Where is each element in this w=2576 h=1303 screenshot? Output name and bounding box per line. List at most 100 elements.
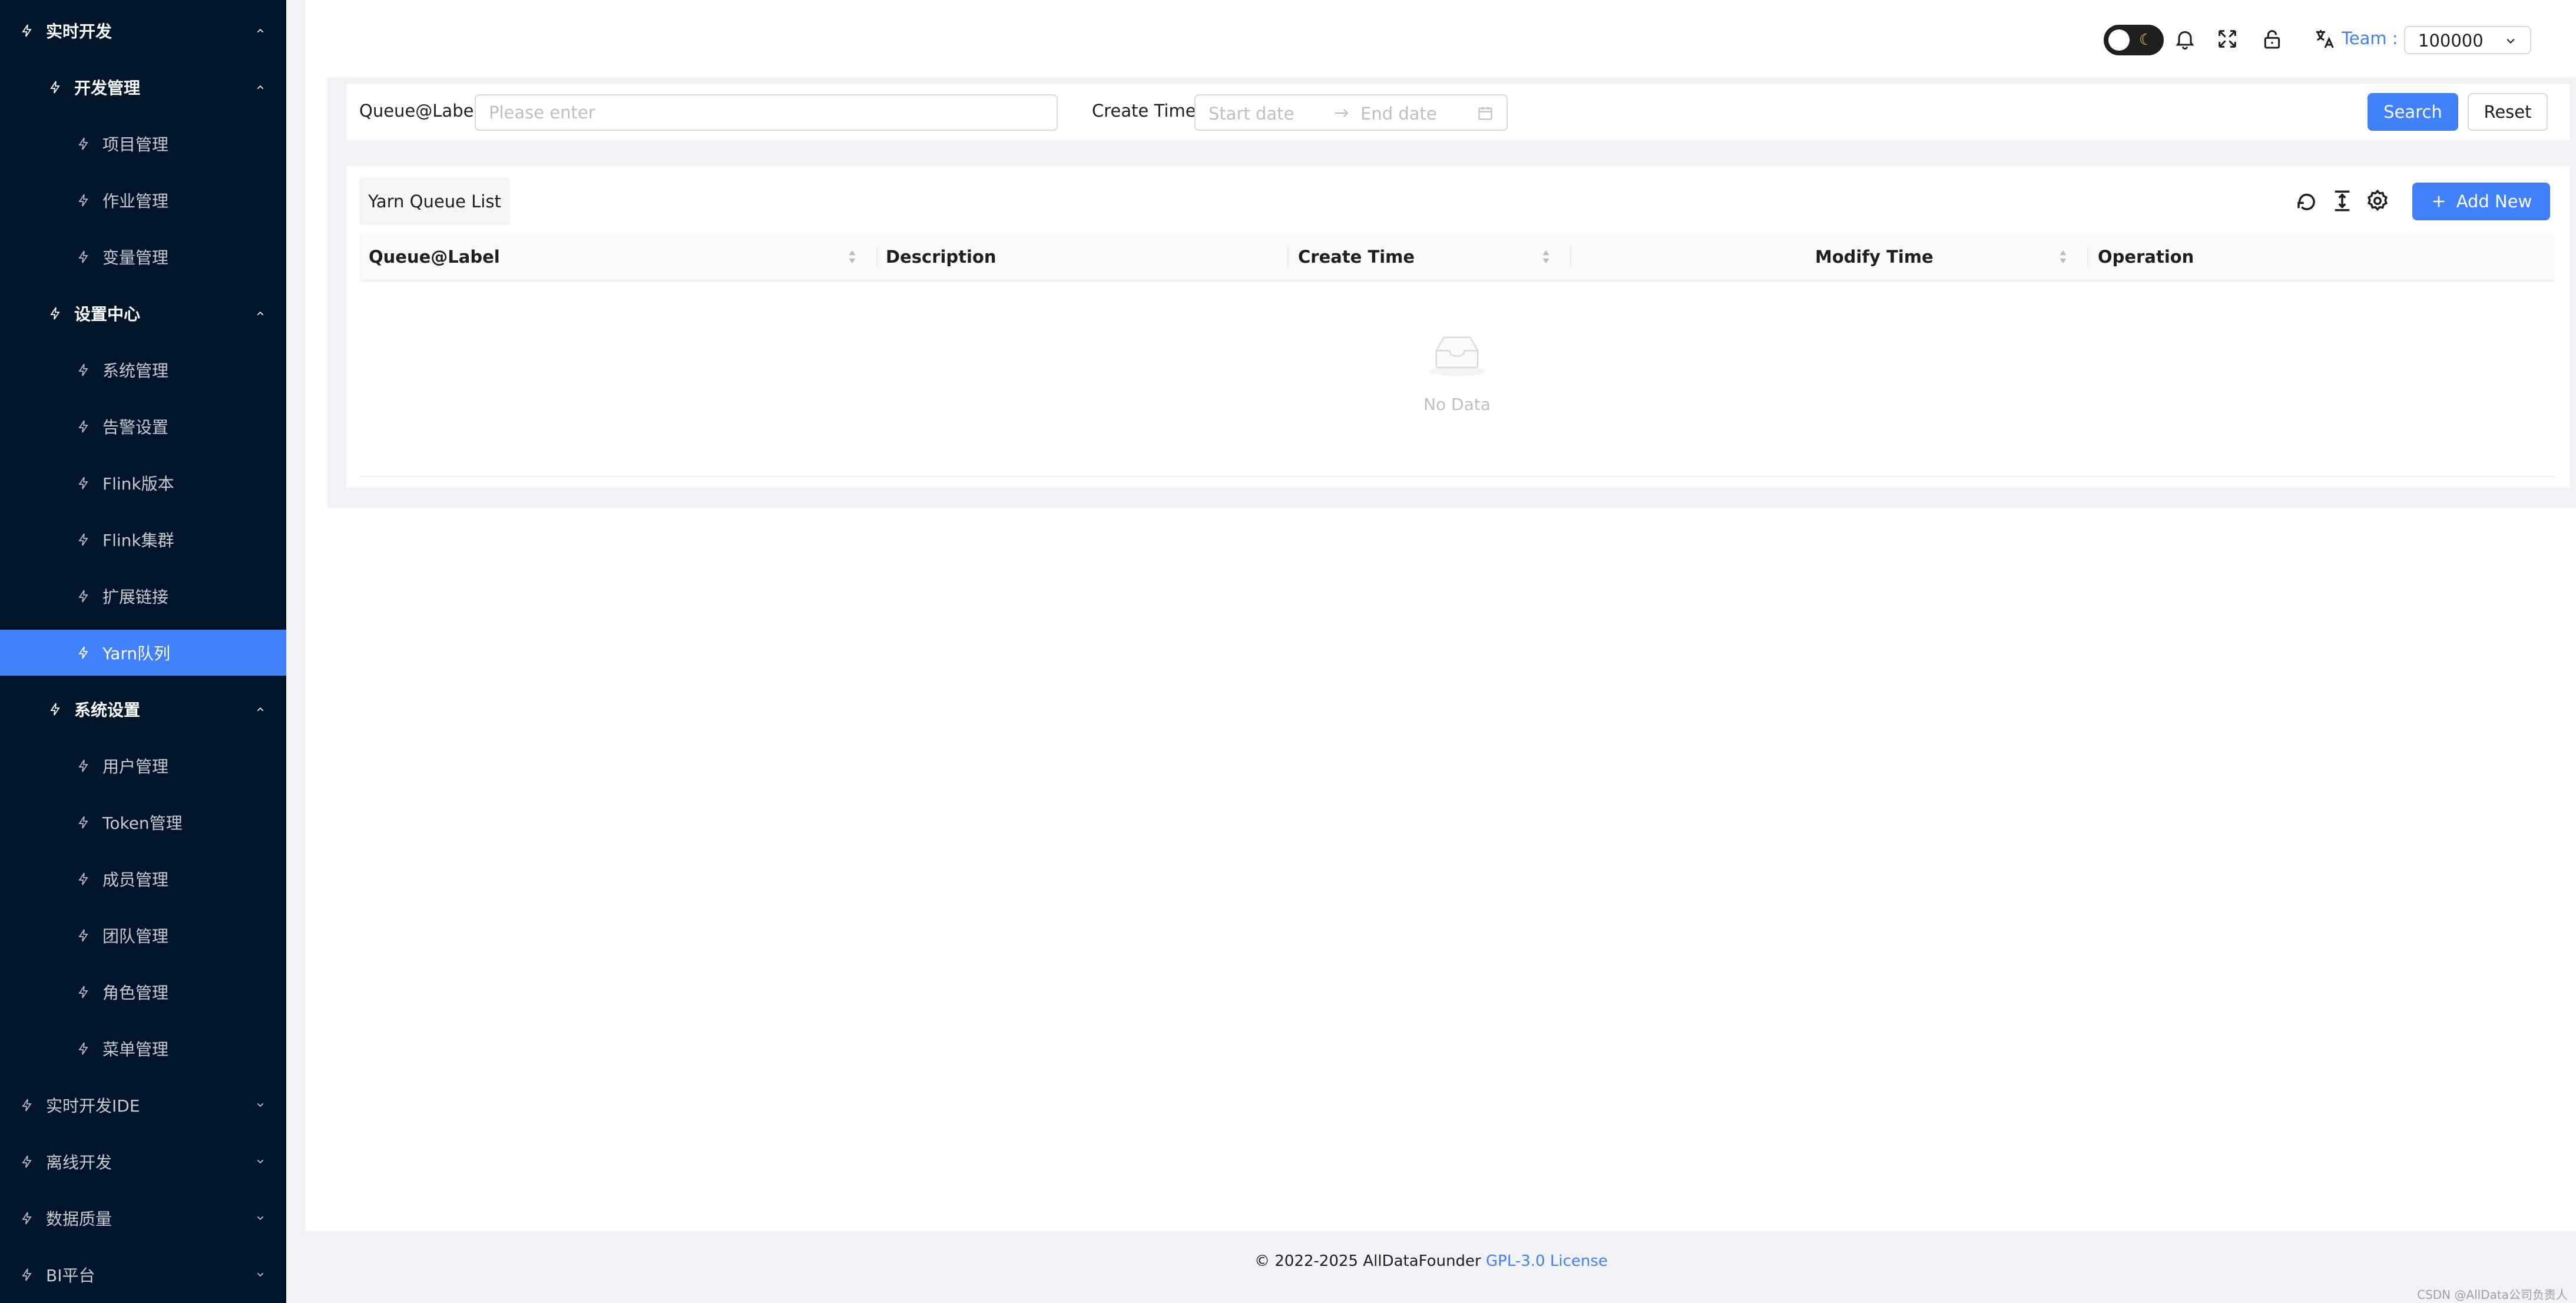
sidebar-item[interactable]: 作业管理 xyxy=(0,177,286,223)
sidebar-item[interactable]: Flink集群 xyxy=(0,517,286,563)
reset-button[interactable]: Reset xyxy=(2468,93,2548,131)
sidebar-item[interactable]: 实时开发 xyxy=(0,8,286,54)
sidebar-item[interactable]: 菜单管理 xyxy=(0,1026,286,1071)
column-divider xyxy=(1287,247,1289,266)
queue-label-field-label: Queue@Label xyxy=(359,101,479,121)
sidebar-item[interactable]: 成员管理 xyxy=(0,856,286,902)
thunderbolt-icon xyxy=(78,477,88,490)
sidebar-item[interactable]: 角色管理 xyxy=(0,969,286,1015)
settings-gear-icon[interactable] xyxy=(2365,188,2390,213)
sidebar-item[interactable]: Yarn队列 xyxy=(0,630,286,676)
thunderbolt-icon xyxy=(78,420,88,433)
start-date-input[interactable]: Start date xyxy=(1208,104,1294,124)
chevron-down-icon xyxy=(2507,38,2515,44)
thunderbolt-icon xyxy=(78,646,88,659)
sidebar-item[interactable]: 用户管理 xyxy=(0,743,286,789)
sidebar-item-label: 离线开发 xyxy=(46,1153,112,1172)
top-header: ☾ Team : 100000 xyxy=(327,0,2576,79)
thunderbolt-icon xyxy=(22,1268,32,1281)
sort-icon[interactable] xyxy=(1542,249,1550,265)
sidebar-item-label: 变量管理 xyxy=(102,248,169,267)
sidebar-item-label: Token管理 xyxy=(102,813,183,833)
sidebar-item[interactable]: 变量管理 xyxy=(0,234,286,280)
thunderbolt-icon xyxy=(50,81,60,94)
sidebar-item[interactable]: BI平台 xyxy=(0,1252,286,1298)
sidebar-item-label: 数据质量 xyxy=(46,1209,112,1229)
sidebar-item[interactable]: 设置中心 xyxy=(0,290,286,336)
column-divider xyxy=(1570,247,1571,266)
sidebar-item-label: 实时开发 xyxy=(46,22,112,41)
thunderbolt-icon xyxy=(50,703,60,716)
reload-icon[interactable] xyxy=(2294,188,2319,213)
add-new-button[interactable]: Add New xyxy=(2412,183,2550,220)
team-select[interactable]: 100000 xyxy=(2404,26,2531,54)
team-select-value: 100000 xyxy=(2418,31,2484,51)
sidebar-item[interactable]: 告警设置 xyxy=(0,404,286,449)
thunderbolt-icon xyxy=(78,759,88,772)
watermark: CSDN @AllData公司负责人 xyxy=(2417,1288,2568,1302)
empty-state: No Data xyxy=(359,282,2555,477)
yarn-queue-table-card: Yarn Queue List Add New Queue@Label Desc… xyxy=(346,166,2570,488)
lock-icon[interactable] xyxy=(2260,27,2284,51)
sidebar-item[interactable]: 扩展链接 xyxy=(0,573,286,619)
sidebar-item-label: 实时开发IDE xyxy=(46,1096,140,1116)
table-header: Queue@Label Description Create Time Modi… xyxy=(359,233,2555,282)
bell-icon[interactable] xyxy=(2173,27,2197,51)
sidebar-item-label: 告警设置 xyxy=(102,418,169,437)
sidebar-item-label: 用户管理 xyxy=(102,757,169,776)
chevron-down-icon xyxy=(257,1103,264,1107)
column-divider xyxy=(876,247,878,266)
search-form: Queue@Label Create Time Start date End d… xyxy=(346,84,2570,140)
sidebar-item-label: Flink版本 xyxy=(102,474,174,494)
sidebar-item[interactable]: 数据质量 xyxy=(0,1195,286,1241)
column-header-create-time[interactable]: Create Time xyxy=(1298,233,1415,280)
create-time-range-picker[interactable]: Start date End date xyxy=(1194,94,1508,131)
sidebar-item[interactable]: 系统管理 xyxy=(0,347,286,393)
sidebar-item-label: 扩展链接 xyxy=(102,587,169,607)
column-divider xyxy=(2087,247,2088,266)
team-label: Team : xyxy=(2342,28,2398,48)
sort-icon[interactable] xyxy=(2059,249,2067,265)
column-header-modify-time[interactable]: Modify Time xyxy=(1815,233,1933,280)
theme-toggle[interactable]: ☾ xyxy=(2104,25,2164,55)
column-header-description: Description xyxy=(886,247,996,267)
sidebar-item[interactable]: 系统设置 xyxy=(0,686,286,732)
thunderbolt-icon xyxy=(22,1212,32,1225)
thunderbolt-icon xyxy=(22,24,32,37)
sidebar-menu: 实时开发开发管理项目管理作业管理变量管理设置中心系统管理告警设置 Flink版本 F… xyxy=(0,0,286,1303)
thunderbolt-icon xyxy=(78,816,88,829)
chevron-down-icon xyxy=(257,1159,264,1164)
footer: © 2022-2025 AllDataFounder GPL-3.0 Licen… xyxy=(286,1231,2576,1303)
thunderbolt-icon xyxy=(50,307,60,320)
calendar-icon xyxy=(1478,107,1492,120)
queue-label-input[interactable] xyxy=(475,94,1058,131)
thunderbolt-icon xyxy=(78,363,88,376)
moon-icon: ☾ xyxy=(2139,31,2153,49)
sidebar-item-label: 菜单管理 xyxy=(102,1040,169,1059)
fullscreen-icon[interactable] xyxy=(2216,27,2239,51)
license-link[interactable]: GPL-3.0 License xyxy=(1486,1252,1608,1270)
sidebar-item-label: Yarn队列 xyxy=(102,644,171,663)
search-button[interactable]: Search xyxy=(2368,93,2458,131)
sidebar-item-label: 系统设置 xyxy=(74,700,141,720)
sort-icon[interactable] xyxy=(848,249,856,265)
column-height-icon[interactable] xyxy=(2330,188,2355,213)
sidebar-item[interactable]: 项目管理 xyxy=(0,121,286,167)
translate-icon[interactable] xyxy=(2313,27,2337,51)
end-date-input[interactable]: End date xyxy=(1360,104,1437,124)
sidebar-item[interactable]: 离线开发 xyxy=(0,1139,286,1185)
column-header-queue-label[interactable]: Queue@Label xyxy=(369,233,500,280)
add-new-label: Add New xyxy=(2456,191,2532,211)
sidebar-item-label: 开发管理 xyxy=(74,78,141,98)
chevron-up-icon xyxy=(257,311,264,316)
thunderbolt-icon xyxy=(78,872,88,885)
sidebar-item[interactable]: Token管理 xyxy=(0,799,286,845)
sidebar-item[interactable]: Flink版本 xyxy=(0,460,286,506)
empty-inbox-icon xyxy=(1429,336,1485,376)
copyright-text: © 2022-2025 AllDataFounder xyxy=(1254,1252,1486,1270)
sidebar-item[interactable]: 团队管理 xyxy=(0,912,286,958)
chevron-up-icon xyxy=(257,85,264,90)
sidebar-item[interactable]: 开发管理 xyxy=(0,64,286,110)
sidebar-item[interactable]: 实时开发IDE xyxy=(0,1082,286,1128)
toggle-knob xyxy=(2108,29,2130,51)
